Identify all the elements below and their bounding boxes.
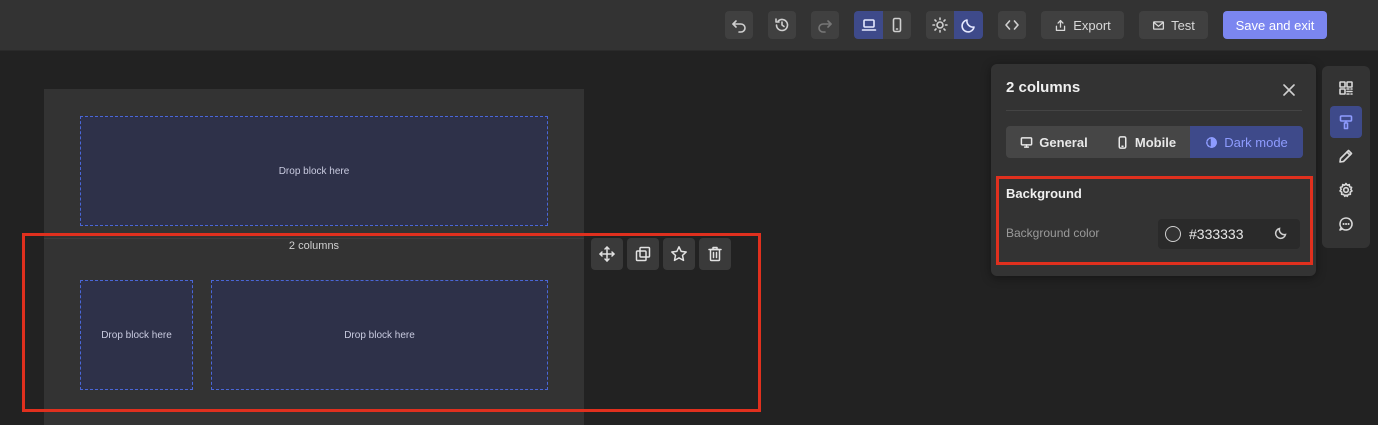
blocks-icon (1339, 81, 1353, 95)
code-button[interactable] (998, 11, 1026, 39)
color-swatch[interactable] (1165, 226, 1181, 242)
drop-zone-label: Drop block here (278, 165, 350, 177)
mail-icon (1153, 20, 1165, 30)
paint-roller-icon (1339, 115, 1353, 130)
tab-general-label: General (1039, 134, 1088, 150)
move-button[interactable] (591, 238, 623, 270)
close-icon (1283, 84, 1295, 96)
drop-zone-column-1[interactable]: Drop block here (80, 280, 193, 390)
right-icon-bar (1322, 66, 1370, 248)
test-label: Test (1171, 17, 1195, 33)
dark-mode-button[interactable] (954, 11, 983, 39)
moon-icon (960, 19, 975, 33)
laptop-icon (861, 19, 876, 31)
export-label: Export (1073, 17, 1111, 33)
section-label: 2 columns (288, 240, 340, 252)
favorite-button[interactable] (663, 238, 695, 270)
desktop-view-button[interactable] (854, 11, 883, 39)
tab-mobile[interactable]: Mobile (1102, 126, 1190, 158)
undo-button[interactable] (725, 11, 753, 39)
tab-dark-mode-label: Dark mode (1224, 134, 1288, 150)
drop-zone-label: Drop block here (101, 329, 172, 341)
test-button[interactable]: Test (1139, 11, 1208, 39)
star-icon (671, 246, 687, 262)
settings-button[interactable] (1330, 174, 1362, 206)
half-moon-icon (1206, 136, 1218, 148)
background-color-input[interactable]: #333333 (1158, 219, 1300, 249)
history-button[interactable] (768, 11, 796, 39)
settings-tabs: General Mobile Dark mode (1006, 126, 1303, 158)
export-button[interactable]: Export (1041, 11, 1124, 39)
moon-icon (1274, 227, 1287, 240)
tab-general[interactable]: General (1006, 126, 1102, 158)
style-button[interactable] (1330, 106, 1362, 138)
editor-root: Export Test Save and exit Drop block her… (0, 0, 1378, 425)
phone-icon (892, 17, 902, 33)
settings-panel: 2 columns General Mobile Dark mode Backg… (991, 64, 1316, 276)
panel-divider (1006, 110, 1302, 111)
mobile-view-button[interactable] (883, 11, 911, 39)
redo-button[interactable] (811, 11, 839, 39)
duplicate-button[interactable] (627, 238, 659, 270)
sun-icon (932, 17, 948, 33)
phone-icon (1118, 135, 1127, 149)
move-icon (599, 246, 615, 262)
color-value[interactable]: #333333 (1189, 226, 1244, 242)
chat-icon (1339, 217, 1353, 231)
undo-icon (732, 20, 746, 33)
save-and-exit-button[interactable]: Save and exit (1223, 11, 1327, 39)
drop-zone-top[interactable]: Drop block here (80, 116, 548, 226)
delete-button[interactable] (699, 238, 731, 270)
history-icon (775, 18, 789, 32)
trash-icon (708, 246, 722, 262)
drop-zone-column-2[interactable]: Drop block here (211, 280, 548, 390)
monitor-icon (1020, 136, 1033, 148)
export-icon (1055, 19, 1066, 31)
top-toolbar: Export Test Save and exit (0, 0, 1378, 51)
pencil-icon (1339, 149, 1353, 163)
background-section-title: Background (1006, 186, 1082, 201)
tab-dark-mode[interactable]: Dark mode (1190, 126, 1303, 158)
gear-icon (1339, 182, 1353, 198)
edit-button[interactable] (1330, 140, 1362, 172)
dark-mode-color-toggle[interactable] (1274, 226, 1290, 242)
duplicate-icon (635, 246, 651, 262)
tab-mobile-label: Mobile (1134, 134, 1177, 150)
close-panel-button[interactable] (1280, 81, 1298, 99)
code-icon (1005, 20, 1019, 30)
panel-title: 2 columns (1006, 79, 1081, 96)
blocks-button[interactable] (1330, 72, 1362, 104)
drop-zone-label: Drop block here (344, 329, 415, 341)
background-color-label: Background color (1006, 226, 1100, 240)
comments-button[interactable] (1330, 208, 1362, 240)
light-mode-button[interactable] (926, 11, 954, 39)
redo-icon (818, 20, 832, 33)
